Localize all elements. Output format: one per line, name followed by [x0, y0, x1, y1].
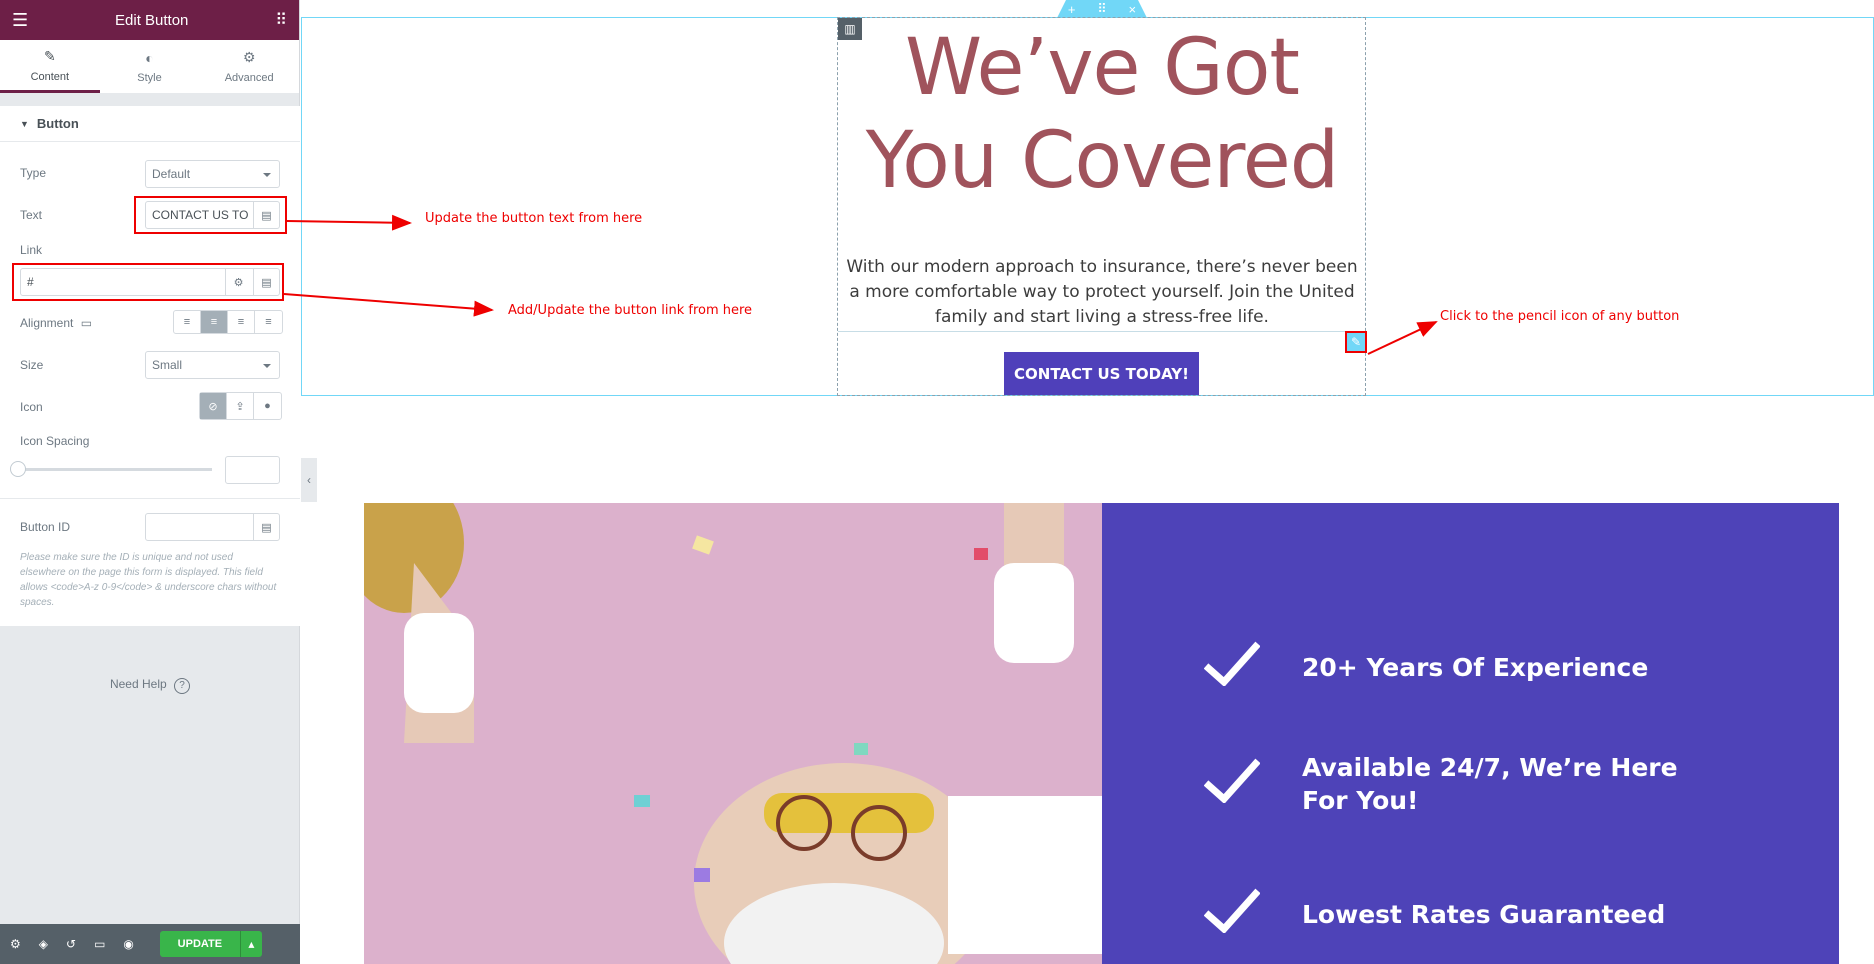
- delete-section-icon[interactable]: ×: [1129, 2, 1137, 17]
- panel-header: ☰ Edit Button ⠿: [0, 0, 299, 40]
- no-icon-icon[interactable]: ⊘: [200, 393, 227, 419]
- icon-spacing-slider-handle[interactable]: [10, 461, 26, 477]
- tab-advanced-label: Advanced: [224, 72, 274, 84]
- update-button[interactable]: UPDATE: [159, 931, 240, 957]
- align-right-icon[interactable]: ≡: [228, 311, 255, 333]
- align-center-icon[interactable]: ≡: [201, 311, 228, 333]
- upload-icon[interactable]: ⇪: [227, 393, 254, 419]
- alignment-choices: ≡ ≡ ≡ ≡: [173, 310, 283, 334]
- highlight-link-box: [12, 263, 284, 301]
- caret-down-icon: ▼: [20, 118, 29, 129]
- pencil-icon: ✎: [43, 47, 56, 64]
- navigator-layers-icon[interactable]: ◈: [39, 937, 48, 951]
- section-button-toggle[interactable]: ▼ Button: [0, 106, 300, 142]
- hero-heading[interactable]: We’ve Got You Covered: [838, 22, 1366, 208]
- panel-tabs: ✎ Content ◐ Style ⚙ Advanced: [0, 40, 299, 94]
- highlight-text-box: [134, 196, 287, 234]
- link-label: Link: [20, 243, 43, 257]
- feature-item: Available 24/7, We’re Here For You!: [1203, 751, 1722, 817]
- annotation-text: Update the button text from here: [425, 211, 643, 226]
- annotation-link: Add/Update the button link from here: [508, 303, 753, 318]
- feature-text: 20+ Years Of Experience: [1302, 652, 1649, 682]
- button-id-note: Please make sure the ID is unique and no…: [20, 552, 277, 608]
- align-justify-icon[interactable]: ≡: [255, 311, 282, 333]
- icon-label: Icon: [20, 400, 43, 414]
- panel-footer: ⚙ ◈ ↺ ▭ ◉ UPDATE ▴: [0, 924, 300, 964]
- tab-content[interactable]: ✎ Content: [0, 40, 100, 93]
- history-icon[interactable]: ↺: [66, 937, 76, 951]
- icon-library-icon[interactable]: ●: [254, 393, 281, 419]
- half-circle-icon: ◐: [145, 49, 154, 66]
- collapse-panel-icon[interactable]: ‹: [301, 458, 317, 502]
- icon-spacing-label: Icon Spacing: [20, 434, 90, 448]
- editor-panel: ☰ Edit Button ⠿ ✎ Content ◐ Style ⚙ Adva…: [0, 0, 300, 964]
- hero-paragraph[interactable]: With our modern approach to insurance, t…: [840, 255, 1364, 330]
- tab-content-label: Content: [30, 70, 70, 83]
- hero-heading-line1: We’ve Got: [904, 23, 1300, 113]
- tab-style[interactable]: ◐ Style: [100, 40, 200, 93]
- type-label: Type: [20, 166, 47, 180]
- button-id-label: Button ID: [20, 520, 71, 534]
- need-help-link[interactable]: Need Help ?: [0, 677, 300, 694]
- question-icon: ?: [174, 678, 191, 694]
- feature-item: Lowest Rates Guaranteed: [1203, 887, 1722, 941]
- contact-button[interactable]: CONTACT US TODAY!: [1004, 352, 1199, 395]
- feature-text: Available 24/7, We’re Here For You!: [1302, 753, 1678, 815]
- desktop-icon[interactable]: ▭: [81, 316, 92, 330]
- update-options-icon[interactable]: ▴: [239, 931, 262, 957]
- celebration-photo: [364, 503, 1102, 964]
- feature-item: 20+ Years Of Experience: [1203, 640, 1722, 694]
- drag-section-icon[interactable]: ⠿: [1097, 1, 1107, 17]
- feature-text: Lowest Rates Guaranteed: [1302, 899, 1666, 929]
- section-title: Button: [36, 116, 79, 131]
- edit-pencil-icon[interactable]: ✎: [1345, 331, 1367, 353]
- type-select[interactable]: Default: [145, 160, 280, 188]
- checkmark-icon: [1203, 640, 1261, 694]
- photo-illustration: [364, 503, 1102, 964]
- icon-spacing-slider-track[interactable]: [20, 468, 212, 471]
- divider: [0, 498, 300, 499]
- tab-style-label: Style: [137, 71, 162, 84]
- gear-icon: ⚙: [242, 49, 256, 65]
- panel-body: ▼ Button Type Default Text CONTACT US TO…: [0, 106, 300, 626]
- checkmark-icon: [1203, 887, 1261, 941]
- button-id-dynamic-icon[interactable]: ▤: [253, 513, 279, 541]
- checkmark-icon: [1203, 757, 1261, 811]
- icon-choices: ⊘ ⇪ ●: [199, 392, 282, 420]
- tab-advanced[interactable]: ⚙ Advanced: [199, 40, 299, 93]
- annotation-pencil: Click to the pencil icon of any button: [1440, 309, 1680, 324]
- icon-spacing-input[interactable]: [225, 456, 280, 484]
- panel-title: Edit Button: [115, 11, 189, 29]
- align-left-icon[interactable]: ≡: [174, 311, 201, 333]
- add-section-icon[interactable]: +: [1068, 2, 1076, 17]
- hamburger-icon[interactable]: ☰: [12, 10, 28, 31]
- size-label: Size: [20, 358, 44, 372]
- section-handle[interactable]: + ⠿ ×: [1057, 0, 1147, 18]
- apps-grid-icon[interactable]: ⠿: [275, 10, 287, 30]
- text-label: Text: [20, 208, 43, 222]
- size-select[interactable]: Small: [145, 351, 280, 379]
- widget-divider: [838, 331, 1366, 332]
- hero-heading-line2: You Covered: [865, 116, 1339, 206]
- settings-icon[interactable]: ⚙: [10, 937, 21, 951]
- preview-eye-icon[interactable]: ◉: [123, 937, 133, 951]
- responsive-mode-icon[interactable]: ▭: [94, 937, 105, 951]
- alignment-label: Alignment ▭: [20, 316, 93, 330]
- need-help-label: Need Help: [109, 677, 167, 691]
